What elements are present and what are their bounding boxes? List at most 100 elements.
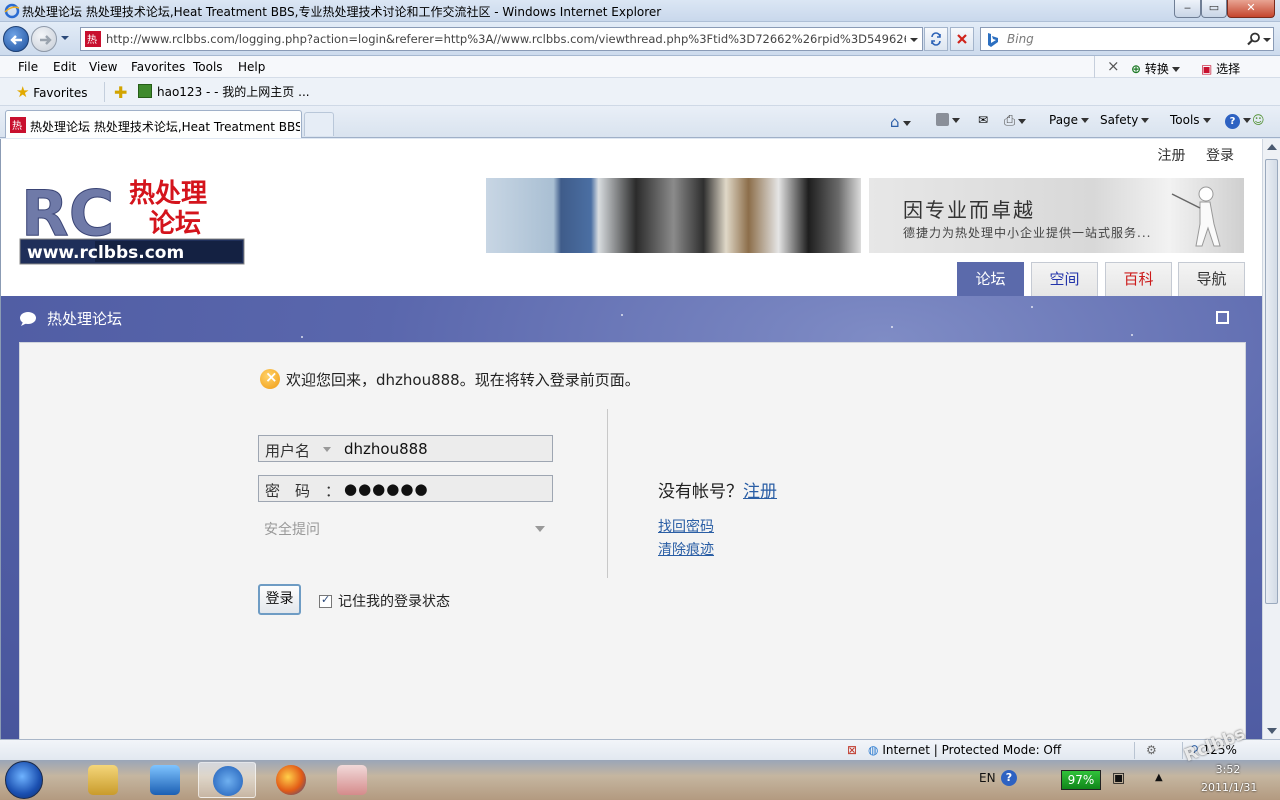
refresh-button[interactable] (924, 27, 948, 51)
start-button[interactable] (5, 761, 43, 799)
select-icon: ▣ (1201, 62, 1213, 76)
safety-menu[interactable]: Safety (1100, 113, 1150, 127)
section-title[interactable]: 热处理论坛 (19, 308, 122, 329)
tab-active[interactable]: 热 热处理论坛 热处理技术论坛,Heat Treatment BBS,... (5, 110, 302, 138)
clear-traces-link[interactable]: 清除痕迹 (658, 539, 714, 559)
recent-pages-dropdown-icon[interactable] (60, 33, 70, 43)
maximize-button[interactable]: ▭ (1201, 0, 1227, 18)
close-window-button[interactable]: ✕ (1227, 0, 1275, 18)
search-box[interactable]: Bing (980, 27, 1274, 51)
show-hidden-icons-icon[interactable]: ▲ (1155, 772, 1163, 783)
chevron-down-icon (535, 526, 545, 532)
tab-space[interactable]: 空间 (1031, 262, 1098, 296)
remember-me-checkbox[interactable]: 记住我的登录状态 (319, 591, 450, 611)
username-field[interactable]: 用户名 dhzhou888 (258, 435, 553, 462)
warning-icon (260, 368, 280, 389)
close-toolbar-icon[interactable]: × (1107, 57, 1120, 75)
checkbox-checked[interactable] (319, 593, 332, 608)
home-button[interactable]: ⌂ (890, 113, 911, 131)
clock-time[interactable]: 3:52 (1203, 763, 1253, 776)
power-icon[interactable]: ▣ (1112, 770, 1125, 786)
print-button[interactable]: ⎙ (1004, 113, 1027, 129)
widescreen-toggle-icon[interactable] (1216, 311, 1229, 324)
stop-button[interactable] (950, 27, 974, 51)
username-input[interactable]: dhzhou888 (344, 440, 428, 458)
scroll-up-arrow-icon[interactable] (1267, 144, 1277, 150)
battery-indicator[interactable]: 97% (1061, 770, 1101, 790)
page-menu-label: Page (1049, 113, 1079, 127)
favorites-label: Favorites (33, 86, 88, 100)
security-question-select[interactable]: 安全提问 (258, 515, 553, 541)
divider (104, 82, 105, 102)
help-icon[interactable]: ? (1001, 770, 1017, 786)
tools-menu[interactable]: Tools (1170, 113, 1211, 127)
taskbar-media-player[interactable] (136, 762, 194, 798)
security-zone-label: Internet | Protected Mode: Off (882, 743, 1062, 757)
language-indicator[interactable]: EN (979, 771, 996, 785)
tab-baike[interactable]: 百科 (1105, 262, 1172, 296)
menu-edit[interactable]: Edit (53, 60, 76, 74)
search-dropdown-icon[interactable] (1263, 36, 1271, 44)
favorites-bar: ★ Favorites ✚ hao123 - - 我的上网主页 ... (0, 78, 1280, 106)
tab-forum[interactable]: 论坛 (957, 262, 1024, 296)
minimize-button[interactable]: ‒ (1174, 0, 1201, 18)
security-zone[interactable]: ◍ Internet | Protected Mode: Off (868, 743, 1061, 757)
taskbar-firefox[interactable] (262, 762, 320, 798)
username-type-select[interactable]: 用户名 (265, 440, 310, 461)
menu-tools[interactable]: Tools (193, 60, 223, 74)
back-button[interactable] (3, 26, 29, 52)
convert-button[interactable]: ⊕ 转换 (1131, 60, 1180, 77)
search-icon[interactable] (1247, 32, 1261, 46)
clock-date[interactable]: 2011/1/31 (1201, 781, 1257, 794)
menu-view[interactable]: View (89, 60, 117, 74)
password-field[interactable]: 密 码 ： ●●●●●● (258, 475, 553, 502)
favorites-button[interactable]: ★ Favorites (16, 83, 88, 101)
scrollbar-thumb[interactable] (1265, 159, 1278, 604)
login-submit-button[interactable]: 登录 (258, 584, 301, 615)
tab-bar: 热 热处理论坛 热处理技术论坛,Heat Treatment BBS,... ⌂… (0, 106, 1280, 138)
window-titlebar: 热处理论坛 热处理技术论坛,Heat Treatment BBS,专业热处理技术… (0, 0, 1280, 22)
new-tab-button[interactable] (304, 112, 334, 136)
forgot-password-link[interactable]: 找回密码 (658, 516, 714, 536)
feeds-button[interactable] (936, 113, 960, 127)
research-icon[interactable]: ☺ (1252, 113, 1265, 127)
url-text[interactable]: http://www.rclbbs.com/logging.php?action… (106, 32, 906, 46)
toolbar-extensions: × ⊕ 转换 ▣ 选择 (1094, 56, 1280, 78)
advertisement-banner-slogan[interactable]: 因专业而卓越 德捷力为热处理中小企业提供一站式服务... (869, 178, 1244, 253)
banner-slogan: 因专业而卓越 (903, 198, 1035, 222)
page-menu[interactable]: Page (1049, 113, 1090, 127)
menu-file[interactable]: File (18, 60, 38, 74)
address-dropdown-icon[interactable] (910, 36, 918, 44)
chevron-down-icon[interactable] (323, 447, 331, 452)
svg-text:热: 热 (12, 119, 22, 132)
select-button[interactable]: ▣ 选择 (1201, 60, 1240, 77)
refresh-icon (931, 32, 941, 46)
convert-label: 转换 (1144, 62, 1169, 76)
tab-navigation[interactable]: 导航 (1178, 262, 1245, 296)
vertical-scrollbar[interactable] (1262, 139, 1280, 739)
protected-mode-icon[interactable]: ⚙ (1146, 743, 1157, 757)
taskbar-explorer[interactable] (74, 762, 132, 798)
taskbar-internet-explorer[interactable] (198, 762, 256, 798)
stop-x-icon (957, 34, 967, 44)
globe-icon: ◍ (868, 743, 879, 757)
register-link[interactable]: 注册 (743, 482, 777, 502)
navigation-bar: 热 http://www.rclbbs.com/logging.php?acti… (0, 22, 1280, 56)
advertisement-banner-equipment[interactable] (486, 178, 861, 253)
menu-help[interactable]: Help (238, 60, 265, 74)
menu-favorites[interactable]: Favorites (131, 60, 185, 74)
favorite-link-hao123[interactable]: hao123 - - 我的上网主页 ... (138, 83, 310, 100)
add-favorite-icon[interactable]: ✚ (114, 83, 127, 102)
forward-button[interactable] (31, 26, 57, 52)
read-mail-icon[interactable]: ✉ (978, 113, 988, 127)
top-login-link[interactable]: 登录 (1206, 148, 1234, 164)
password-input[interactable]: ●●●●●● (344, 480, 429, 498)
address-bar[interactable]: 热 http://www.rclbbs.com/logging.php?acti… (80, 27, 923, 51)
system-tray: EN ? 97% ▣ ▲ 3:52 2011/1/31 (965, 760, 1280, 800)
help-button[interactable]: ? (1225, 113, 1251, 129)
top-register-link[interactable]: 注册 (1158, 148, 1186, 164)
taskbar-app[interactable] (323, 762, 381, 798)
popup-blocked-icon[interactable]: ⊠ (847, 743, 857, 757)
scroll-down-arrow-icon[interactable] (1267, 728, 1277, 734)
site-logo[interactable]: RC 热处理 论坛 www.rclbbs.com (19, 177, 245, 265)
